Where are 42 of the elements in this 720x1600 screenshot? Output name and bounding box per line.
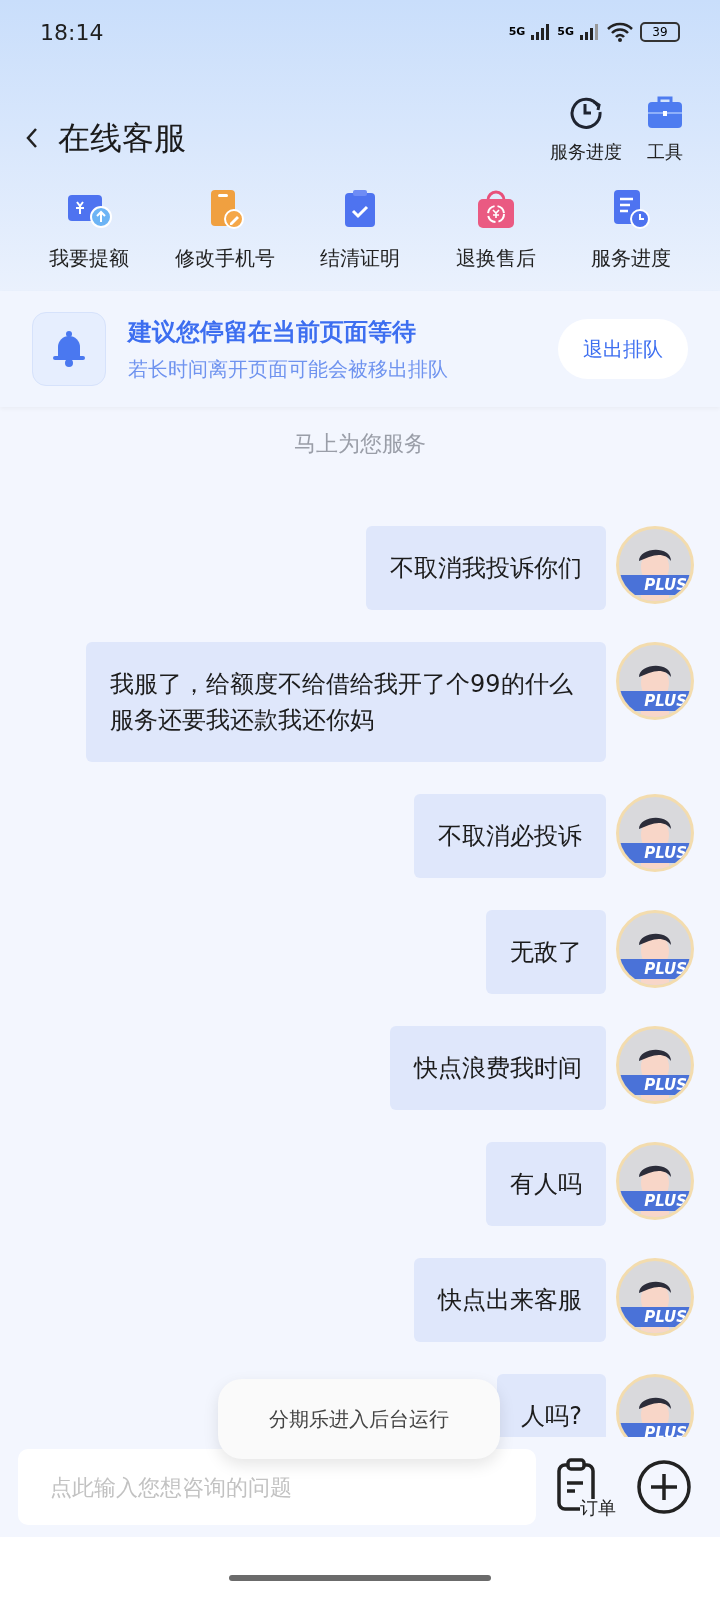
header-action[interactable]: 服务进度 <box>550 94 622 165</box>
message-bubble: 人吗? <box>497 1374 606 1437</box>
battery-indicator: 39 <box>640 22 680 42</box>
add-icon[interactable] <box>636 1459 692 1515</box>
message-bubble: 不取消我投诉你们 <box>366 526 606 610</box>
message-bubble: 我服了，给额度不给借给我开了个99的什么服务还要我还款我还你妈 <box>86 642 606 762</box>
wifi-icon <box>606 22 634 42</box>
toast: 分期乐进入后台运行 <box>218 1379 500 1459</box>
shortcut-item[interactable]: 我要提额 <box>24 187 154 273</box>
badge-label: PLUS <box>644 1193 687 1209</box>
leave-queue-button[interactable]: 退出排队 <box>558 319 688 379</box>
shortcut-item[interactable]: 退换售后 <box>430 187 561 273</box>
page-title: 在线客服 <box>58 118 186 159</box>
badge-label: PLUS <box>644 577 687 593</box>
header-action[interactable]: 工具 <box>646 94 684 165</box>
signal-icon <box>580 24 600 40</box>
shortcut-item[interactable]: 修改手机号 <box>159 187 290 273</box>
network-label: 5G <box>557 23 574 40</box>
message-bubble: 快点浪费我时间 <box>390 1026 606 1110</box>
badge-label: PLUS <box>644 1425 687 1437</box>
clipboard-check-icon <box>343 189 377 229</box>
network-label: 5G <box>508 23 526 40</box>
badge-label: PLUS <box>644 1077 687 1093</box>
badge-label: PLUS <box>644 961 687 977</box>
signal-icon <box>531 24 552 40</box>
system-note: 马上为您服务 <box>294 431 426 456</box>
message-bubble: 不取消必投诉 <box>414 794 606 878</box>
shortcut-item[interactable]: 结清证明 <box>295 187 425 273</box>
toolbox-icon <box>646 94 684 130</box>
shortcut-item[interactable]: 服务进度 <box>566 187 696 273</box>
back-icon[interactable] <box>24 126 40 150</box>
banner-title: 建议您停留在当前页面等待 <box>128 317 417 348</box>
message-bubble: 快点出来客服 <box>414 1258 606 1342</box>
banner-subtitle: 若长时间离开页面可能会被移出排队 <box>128 356 449 383</box>
message-input[interactable]: 点此输入您想咨询的问题 <box>18 1449 536 1525</box>
badge-label: PLUS <box>644 693 687 709</box>
message-bubble: 无敌了 <box>486 910 606 994</box>
status-time: 18:14 <box>40 18 104 47</box>
message-bubble: 有人吗 <box>486 1142 606 1226</box>
badge-label: PLUS <box>644 1309 687 1325</box>
badge-label: PLUS <box>644 845 687 861</box>
document-clock-icon <box>611 188 651 230</box>
